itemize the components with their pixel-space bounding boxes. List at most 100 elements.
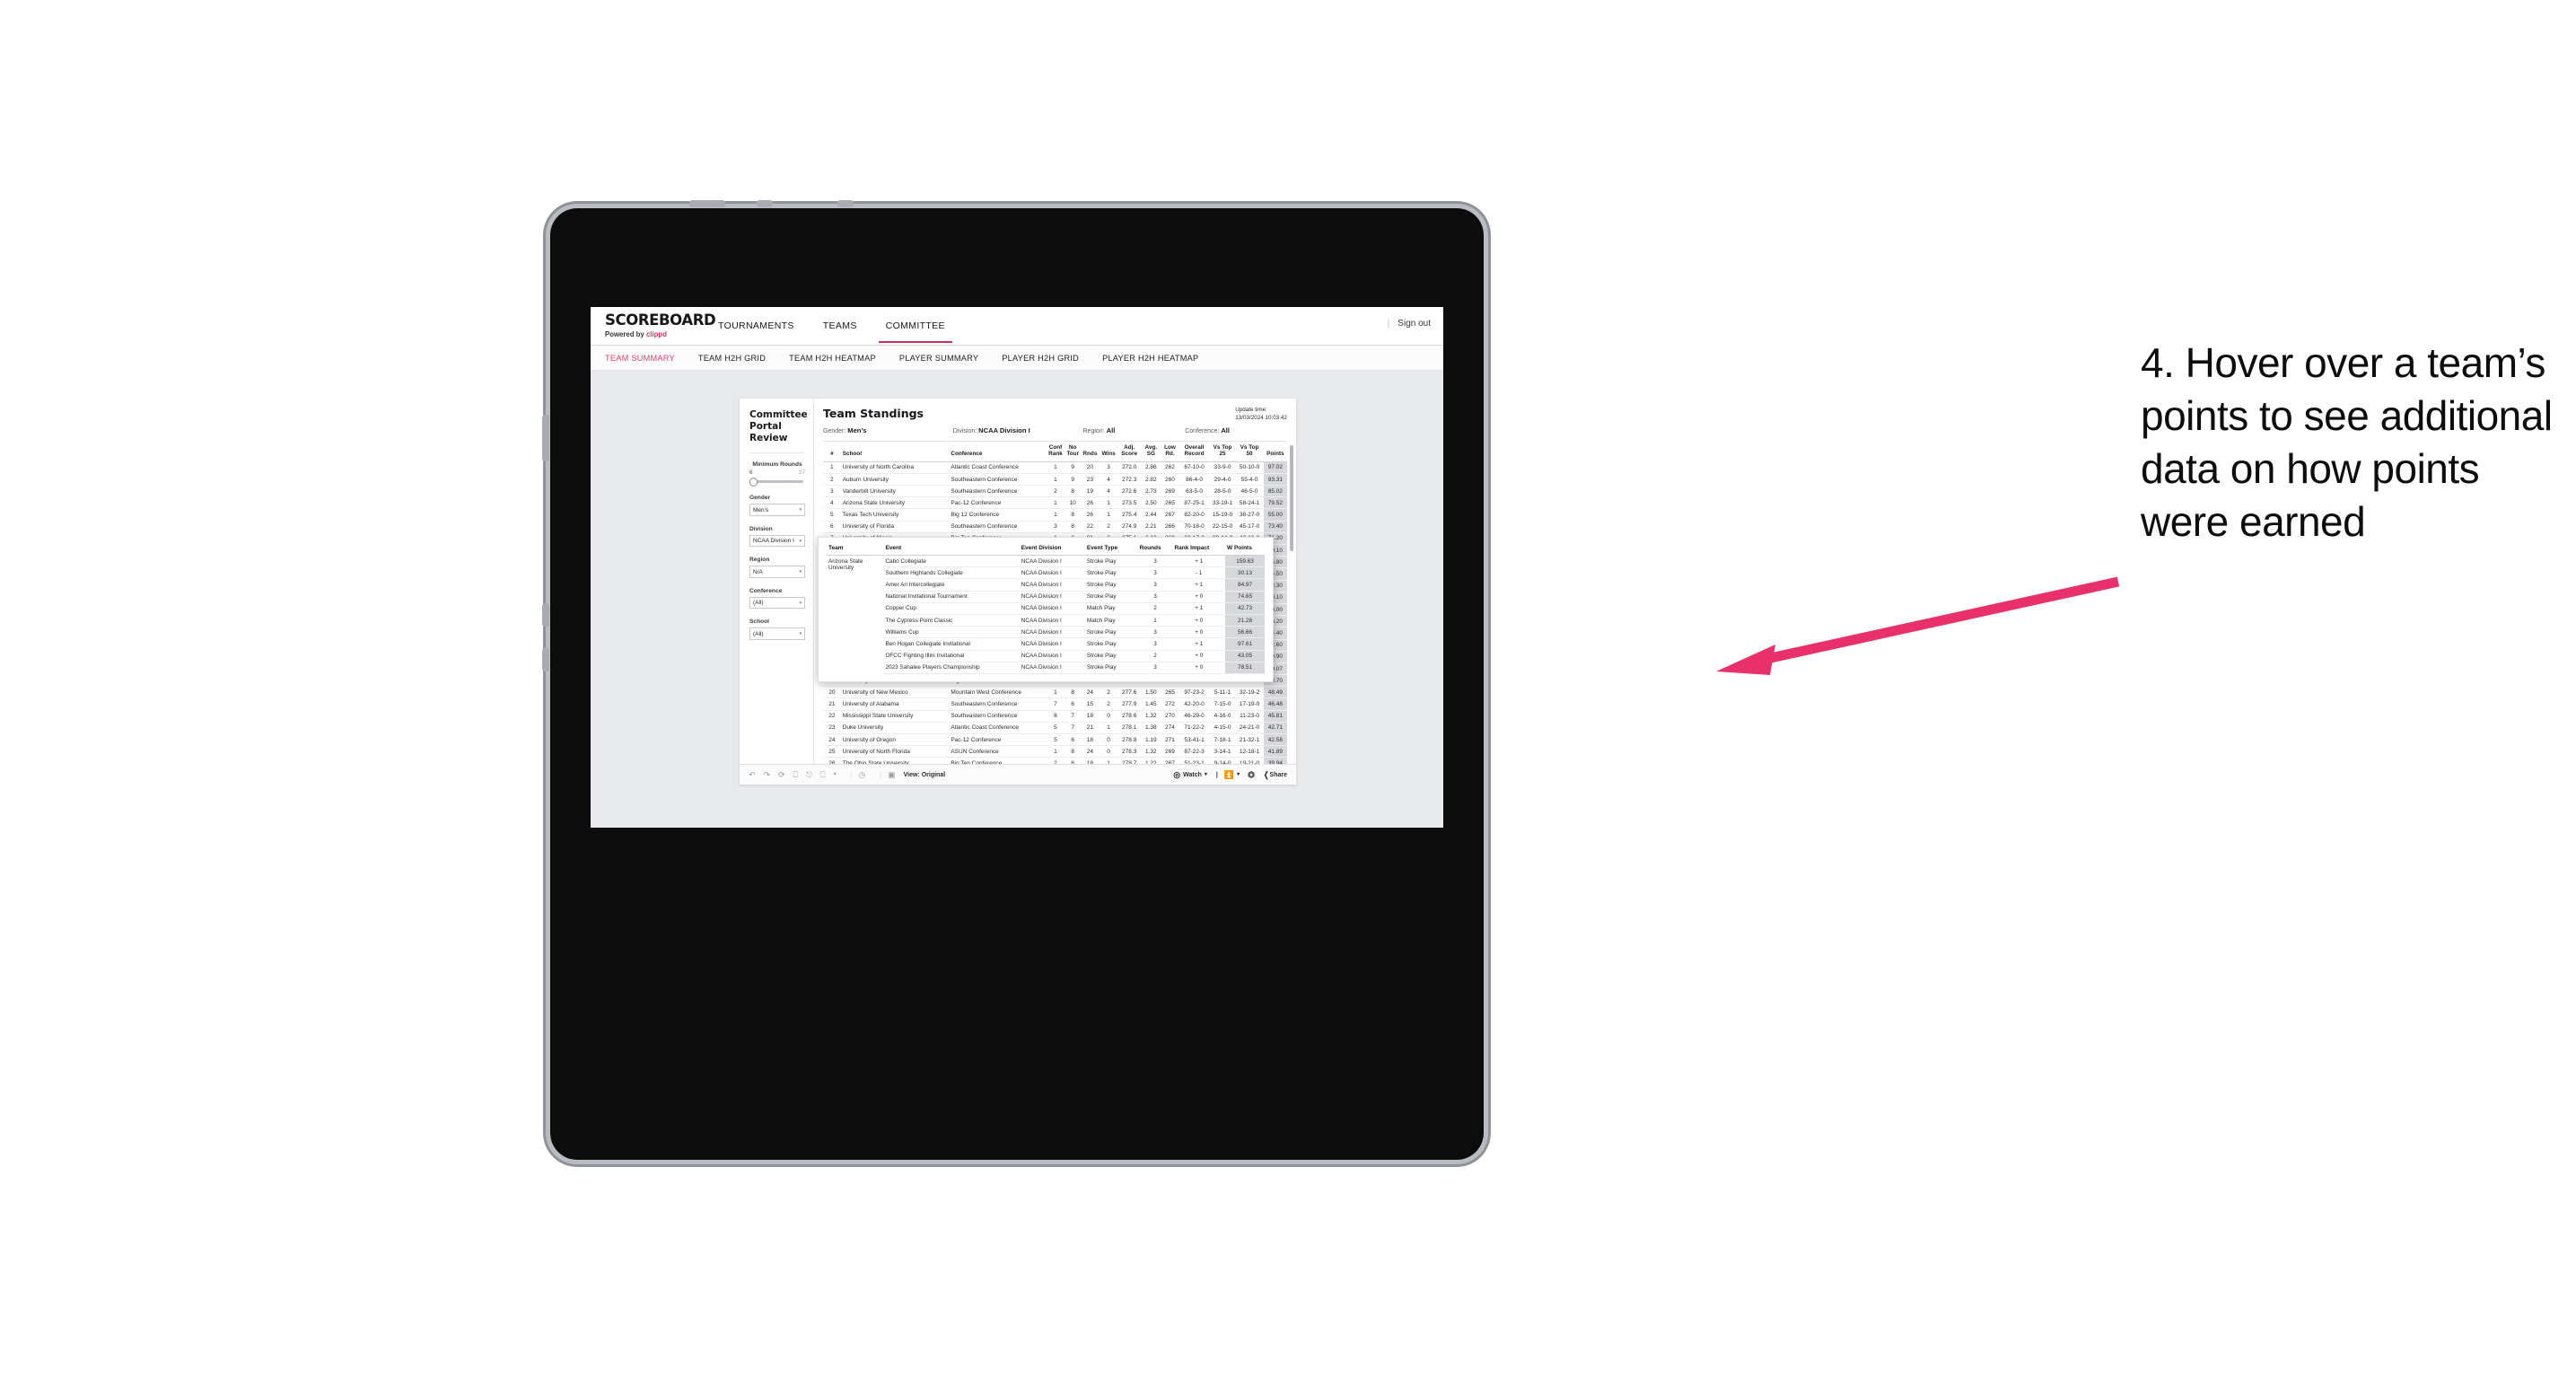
cell-vs-top-50: 32-19-2	[1235, 686, 1264, 699]
region-select[interactable]: N/A ▾	[749, 566, 805, 578]
watch-caret-icon[interactable]: ▾	[1205, 772, 1207, 777]
view-icon[interactable]: ▣	[888, 770, 896, 779]
cell-points[interactable]: 46.48	[1263, 697, 1287, 711]
share-button[interactable]: Share	[1270, 772, 1287, 778]
cell-points[interactable]: 73.40	[1263, 521, 1287, 533]
slider-knob[interactable]	[749, 478, 758, 487]
division-select[interactable]: NCAA Division I ▾	[749, 534, 805, 548]
cell-points[interactable]: 42.58	[1263, 733, 1287, 747]
cell-points[interactable]: 93.31	[1263, 473, 1287, 487]
cell-points[interactable]: 39.94	[1263, 757, 1287, 764]
undo-icon[interactable]: ↶	[749, 770, 756, 779]
cell-low-rd: 267	[1161, 757, 1179, 764]
cell-tooltip-w-points: 42.73	[1225, 602, 1265, 615]
cell-school: Arizona State University	[840, 496, 950, 510]
th-points[interactable]: Points	[1264, 442, 1287, 461]
cell-points[interactable]: 97.02	[1263, 461, 1287, 474]
nav-item-committee[interactable]: COMMITTEE	[872, 309, 959, 344]
redo-icon[interactable]: ↷	[764, 770, 771, 779]
watch-icon[interactable]: ◎	[1173, 770, 1180, 779]
sign-out-link[interactable]: | Sign out	[1388, 319, 1431, 329]
th-vs-top-25[interactable]: Vs Top 25	[1210, 442, 1236, 461]
cell-tooltip-rank-impact: + 0	[1172, 662, 1226, 674]
nav-item-tournaments[interactable]: TOURNAMENTS	[704, 309, 809, 343]
th-vs-top-50[interactable]: Vs Top 50	[1235, 442, 1264, 461]
cell-points[interactable]: 55.00	[1263, 508, 1287, 522]
th-conference[interactable]: Conference	[949, 442, 1046, 461]
cell-points[interactable]: 45.81	[1263, 710, 1287, 723]
cell-conference: ASUN Conference	[949, 745, 1047, 759]
download-icon[interactable]: ⏫	[1224, 770, 1234, 779]
th-conf-rank[interactable]: Conf Rank	[1047, 442, 1065, 461]
toolbar-right-group: ◎ Watch ▾ | ⏫ ▾ ⏣ ❬ Share	[1173, 770, 1287, 779]
cell-conference: Southeastern Conference	[949, 521, 1047, 533]
cell-points[interactable]: 42.71	[1263, 722, 1287, 735]
cell-points[interactable]: 48.49	[1263, 686, 1287, 699]
table-row[interactable]: 3 Vanderbilt University Southeastern Confe…	[823, 485, 1287, 498]
cell-rank: 6	[823, 521, 841, 533]
scoreboard-logo[interactable]: SCOREBOARD Powered by clippd	[591, 313, 716, 338]
revert-icon[interactable]: ⟳	[778, 770, 785, 779]
dashboard-body: Committee Portal Review Minimum Rounds 6…	[740, 399, 1296, 764]
th-rnds[interactable]: Rnds	[1081, 442, 1100, 461]
tab-player-h2h-grid[interactable]: PLAYER H2H GRID	[1002, 354, 1079, 363]
table-row[interactable]: 20 University of New Mexico Mountain West …	[823, 686, 1287, 699]
th-adj-score[interactable]: Adj. Score	[1117, 442, 1141, 461]
cell-low-rd: 265	[1161, 686, 1179, 699]
tooltip-row: Williams Cup NCAA Division I Stroke Play 3 +…	[827, 626, 1265, 639]
fullscreen-icon[interactable]: ⏣	[1248, 770, 1255, 779]
refresh-data-icon[interactable]: ⎕	[793, 770, 798, 779]
table-row[interactable]: 1 University of North Carolina Atlantic Co…	[823, 461, 1287, 474]
minimum-rounds-slider[interactable]	[749, 477, 805, 487]
table-row[interactable]: 24 University of Oregon Pac-12 Conference 5…	[823, 733, 1287, 747]
cell-school: University of New Mexico	[840, 686, 950, 699]
th-wins[interactable]: Wins	[1100, 442, 1118, 461]
th-rank[interactable]: #	[823, 442, 841, 461]
history-icon[interactable]: ◷	[858, 770, 865, 779]
summary-conference-key: Conference:	[1185, 428, 1220, 434]
nav-item-teams[interactable]: TEAMS	[809, 309, 872, 343]
tab-team-h2h-grid[interactable]: TEAM H2H GRID	[698, 354, 766, 363]
filter-conference: Conference (All) ▾	[749, 588, 805, 610]
th-avg-sg[interactable]: Avg. SG	[1141, 442, 1161, 461]
tab-team-summary[interactable]: TEAM SUMMARY	[605, 354, 675, 363]
conference-label: Conference	[749, 587, 783, 594]
table-row[interactable]: 23 Duke University Atlantic Coast Conferen…	[823, 722, 1287, 735]
cell-tooltip-event: OFCC Fighting Illini Invitational	[883, 650, 1020, 662]
table-row[interactable]: 4 Arizona State University Pac-12 Conferen…	[823, 496, 1287, 510]
table-row[interactable]: 6 University of Florida Southeastern Confe…	[823, 521, 1287, 533]
cell-points[interactable]: 41.89	[1263, 745, 1287, 759]
tab-team-h2h-heatmap[interactable]: TEAM H2H HEATMAP	[789, 354, 876, 363]
school-select[interactable]: (All) ▾	[749, 627, 805, 640]
table-row[interactable]: 5 Texas Tech University Big 12 Conference 1…	[823, 508, 1287, 522]
table-row[interactable]: 25 University of North Florida ASUN Confer…	[823, 745, 1287, 759]
pause-updates-icon[interactable]: ⎋	[806, 770, 812, 779]
table-row[interactable]: 22 Mississippi State University Southeaste…	[823, 710, 1287, 723]
cell-adj-score: 277.6	[1117, 686, 1141, 699]
annotation-arrow	[1716, 576, 2120, 675]
th-low-rd[interactable]: Low Rd.	[1161, 442, 1179, 461]
table-row[interactable]: 2 Auburn University Southeastern Conferenc…	[823, 473, 1287, 487]
chevron-down-icon[interactable]: ▾	[834, 772, 837, 777]
th-no-tour[interactable]: No Tour	[1065, 442, 1081, 461]
download-caret-icon[interactable]: ▾	[1237, 772, 1240, 777]
share-icon[interactable]: ❬	[1263, 770, 1270, 779]
cell-points[interactable]: 85.02	[1263, 485, 1287, 498]
vertical-scrollbar[interactable]	[1290, 445, 1293, 551]
device-layout-icon[interactable]: ⎕	[820, 770, 825, 779]
th-school[interactable]: School	[841, 442, 950, 461]
watch-button[interactable]: Watch	[1183, 772, 1202, 778]
gender-select[interactable]: Men's ▾	[749, 504, 805, 516]
table-row[interactable]: 21 University of Alabama Southeastern Conf…	[823, 697, 1287, 711]
view-label[interactable]: View: Original	[904, 772, 946, 778]
cell-low-rd: 269	[1161, 485, 1179, 498]
th-overall-record[interactable]: Overall Record	[1178, 442, 1209, 461]
conference-select[interactable]: (All) ▾	[749, 596, 805, 610]
tab-player-summary[interactable]: PLAYER SUMMARY	[899, 354, 978, 363]
filter-sidebar: Committee Portal Review Minimum Rounds 6…	[740, 399, 814, 764]
cell-points[interactable]: 79.52	[1263, 496, 1287, 510]
table-row[interactable]: 26 The Ohio State University Big Ten Confe…	[823, 757, 1287, 764]
filter-gender: Gender Men's ▾	[749, 495, 805, 516]
tab-player-h2h-heatmap[interactable]: PLAYER H2H HEATMAP	[1102, 354, 1198, 363]
cell-school: The Ohio State University	[840, 757, 950, 764]
